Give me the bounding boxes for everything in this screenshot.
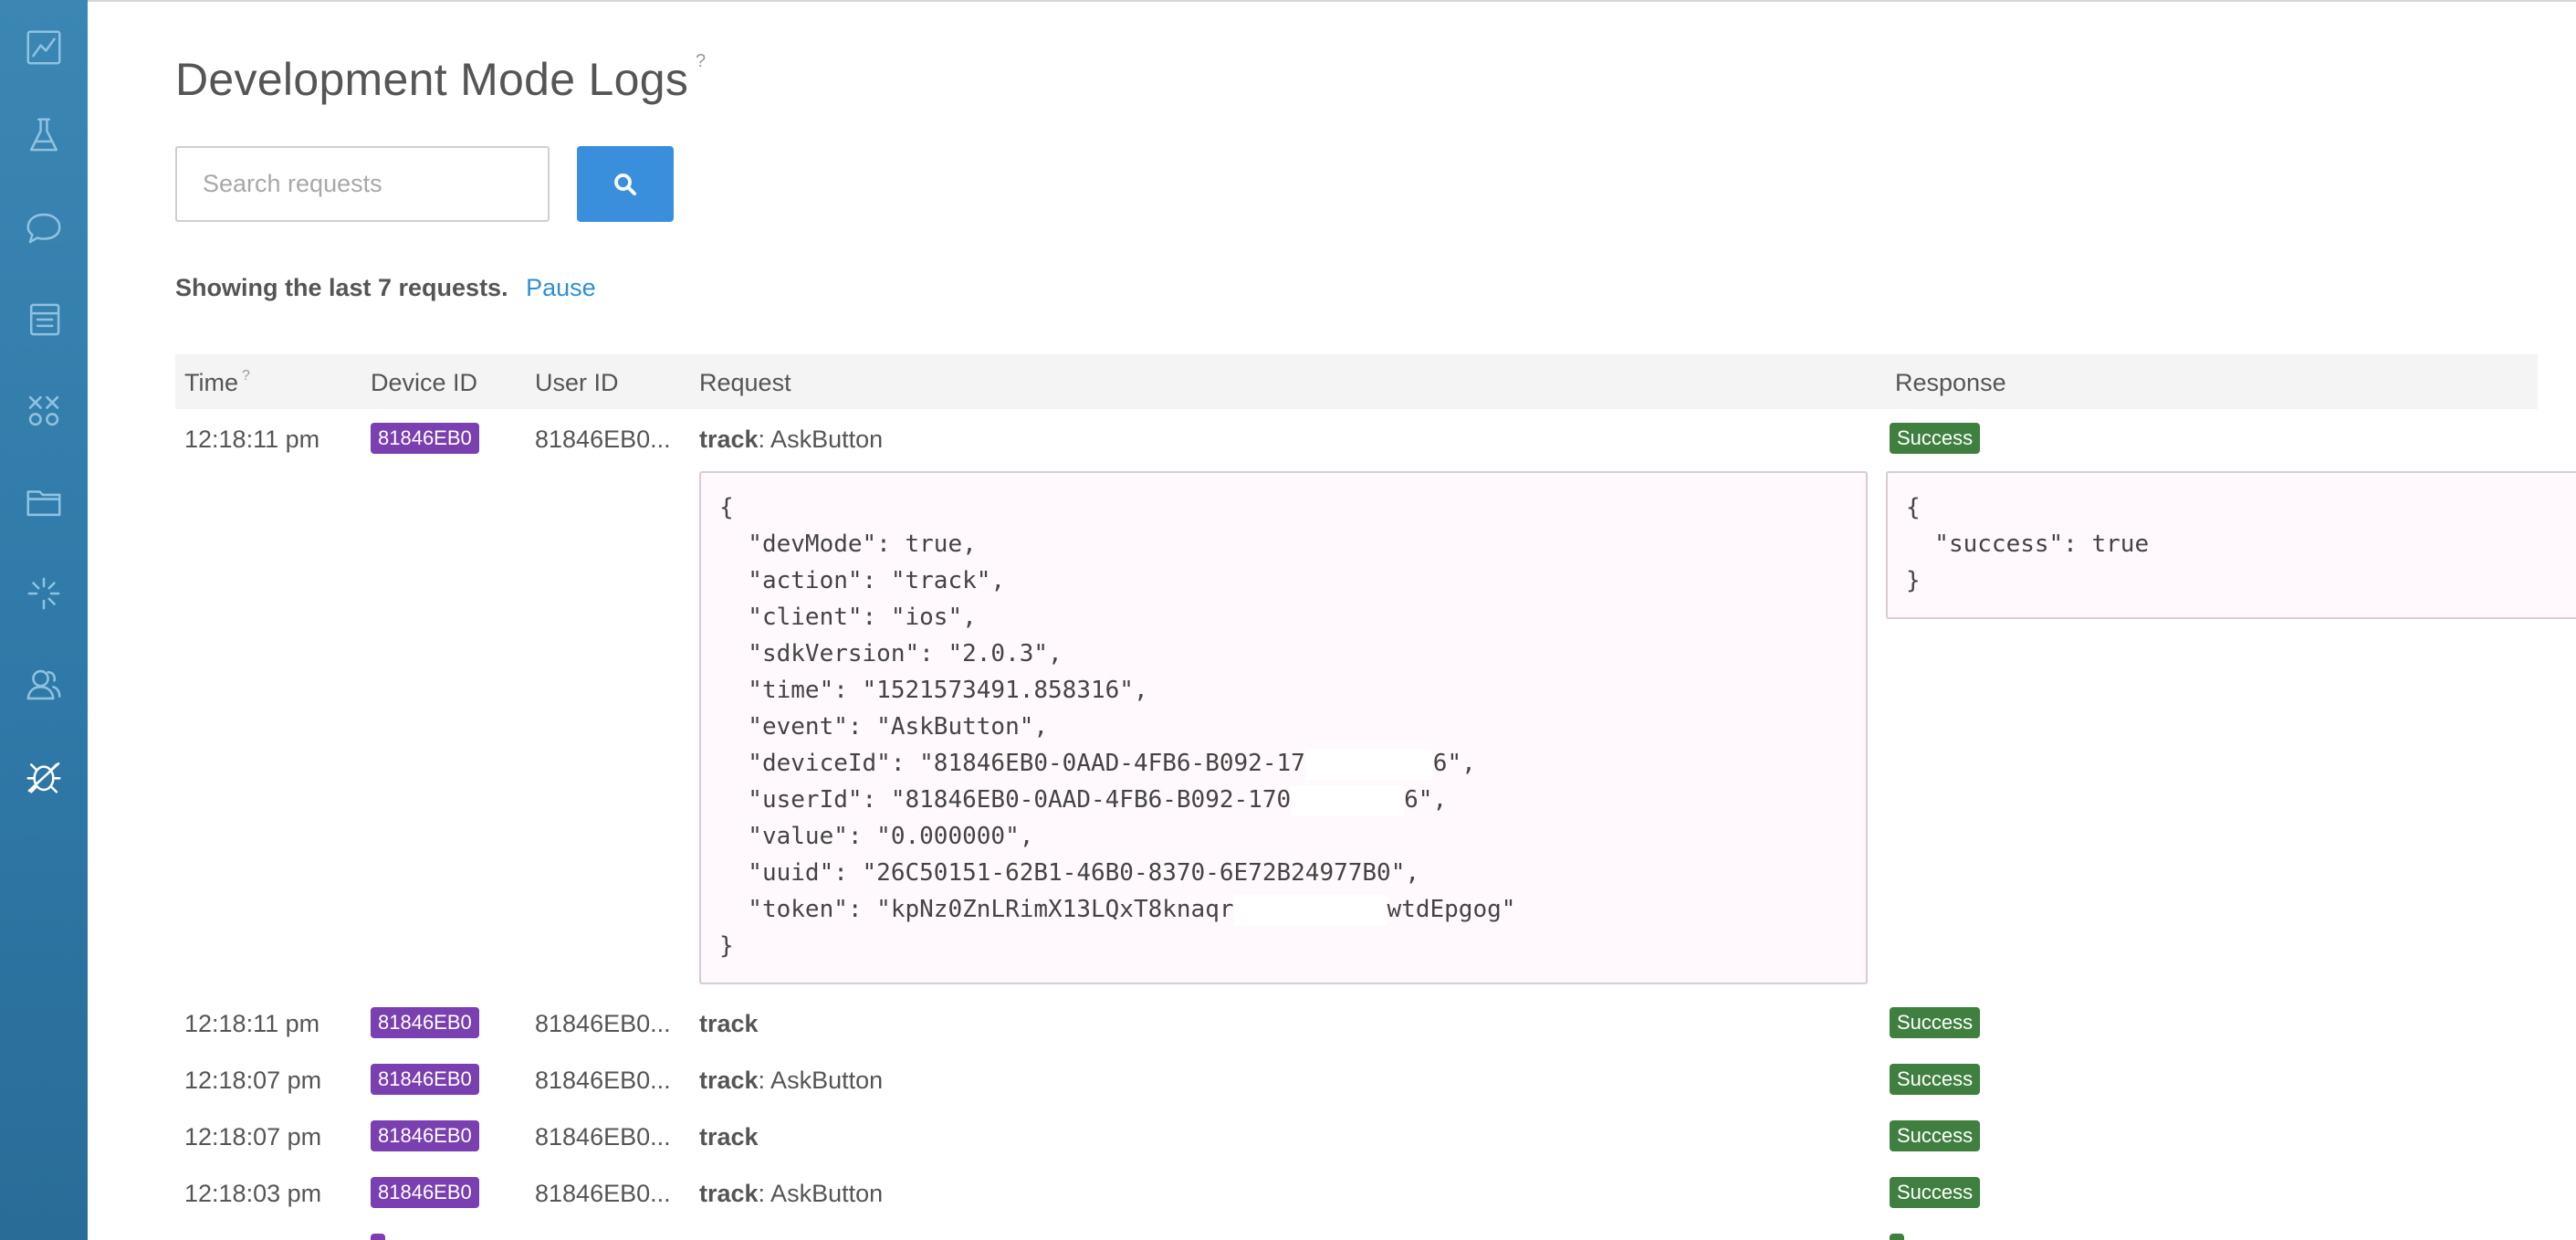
request-json-block: { "devMode": true, "action": "track", "c…	[699, 471, 1868, 984]
row-user-id: 81846EB0...	[535, 1010, 671, 1037]
row-request: track: AskButton	[699, 426, 883, 454]
column-header-device-id: Device ID	[371, 369, 478, 396]
sidebar-item-inbox[interactable]	[0, 283, 88, 356]
debug-bug-icon	[26, 762, 61, 793]
search-input[interactable]	[175, 146, 550, 222]
row-user-id: 81846EB0...	[535, 1123, 671, 1151]
status-badge: Success	[1890, 1064, 1981, 1095]
sidebar-item-debugger[interactable]	[0, 740, 88, 813]
sidebar-item-analytics[interactable]	[0, 11, 88, 84]
request-type: track	[699, 1067, 759, 1094]
table-row[interactable]: 12:18:11 pm 81846EB0 81846EB0... track S…	[175, 995, 2538, 1052]
messages-stack-icon	[29, 303, 60, 336]
redaction-block	[1233, 894, 1387, 926]
row-time: 12:18:11 pm	[184, 1010, 320, 1037]
row-time: 12:18:11 pm	[184, 426, 320, 453]
request-type: track	[699, 426, 759, 453]
flask-icon	[29, 118, 58, 152]
title-help-icon[interactable]: ?	[696, 51, 706, 72]
row-user-id: 81846EB0...	[535, 1180, 671, 1207]
status-badge: Success	[1890, 1007, 1981, 1038]
row-request: track	[699, 1123, 759, 1151]
row-request: track: AskButton	[699, 1067, 883, 1095]
analytics-chart-icon	[26, 30, 61, 65]
row-request: track: AskButton	[699, 1180, 883, 1208]
redaction-block	[1291, 784, 1405, 816]
time-help-icon[interactable]: ?	[242, 368, 250, 384]
loading-spinner-icon	[27, 577, 60, 610]
row-user-id: 81846EB0...	[535, 426, 671, 453]
sidebar-item-users[interactable]	[0, 648, 88, 721]
redaction-block	[1304, 748, 1433, 780]
chat-bubble-icon	[26, 213, 61, 244]
sidebar-item-loading[interactable]	[0, 557, 88, 630]
folder-icon	[26, 490, 61, 517]
device-id-badge[interactable]: 81846EB0	[371, 1064, 479, 1095]
request-event: : AskButton	[758, 1180, 884, 1207]
sidebar-item-ab-tests[interactable]	[0, 99, 88, 172]
column-header-user-id: User ID	[535, 369, 619, 396]
status-badge	[1890, 1234, 1904, 1240]
request-count-text: Showing the last 7 requests.	[175, 274, 508, 301]
column-header-time[interactable]: Time?	[184, 368, 250, 397]
column-header-response: Response	[1895, 369, 2006, 396]
main-content: Development Mode Logs ? Showing the last…	[88, 0, 2576, 1240]
row-time: 12:18:03 pm	[184, 1180, 322, 1207]
device-id-badge[interactable]: 81846EB0	[371, 423, 479, 454]
device-id-badge[interactable]: 81846EB0	[371, 1007, 479, 1038]
table-row-partial[interactable]	[175, 1222, 2538, 1240]
column-header-request: Request	[699, 369, 791, 396]
table-row[interactable]: 12:18:07 pm 81846EB0 81846EB0... track: …	[175, 1052, 2538, 1109]
row-time: 12:18:07 pm	[184, 1123, 322, 1151]
search-button[interactable]	[577, 146, 674, 222]
row-time: 12:18:07 pm	[184, 1067, 322, 1094]
sidebar-item-messages[interactable]	[0, 192, 88, 265]
device-id-badge[interactable]	[371, 1234, 385, 1240]
sidebar	[0, 0, 88, 1240]
device-id-badge[interactable]: 81846EB0	[371, 1177, 479, 1208]
search-icon	[614, 173, 636, 195]
table-row[interactable]: 12:18:03 pm 81846EB0 81846EB0... track: …	[175, 1165, 2538, 1222]
users-icon	[26, 669, 61, 700]
sidebar-item-variables[interactable]	[0, 374, 88, 447]
table-header: Time? Device ID User ID Request Response	[175, 354, 2538, 409]
row-request: track	[699, 1010, 759, 1038]
request-type: track	[699, 1123, 759, 1151]
status-badge: Success	[1890, 1120, 1981, 1151]
request-type: track	[699, 1180, 759, 1207]
table-row[interactable]: 12:18:07 pm 81846EB0 81846EB0... track S…	[175, 1109, 2538, 1165]
request-type: track	[699, 1010, 759, 1037]
row-user-id: 81846EB0...	[535, 1067, 671, 1094]
table-row[interactable]: 12:18:11 pm 81846EB0 81846EB0... track: …	[175, 411, 2538, 468]
status-line: Showing the last 7 requests. Pause	[175, 274, 596, 302]
response-json-block: { "success": true }	[1886, 471, 2576, 619]
page-title: Development Mode Logs	[175, 54, 689, 105]
device-id-badge[interactable]: 81846EB0	[371, 1120, 479, 1151]
pause-link[interactable]: Pause	[526, 274, 596, 301]
request-event: : AskButton	[758, 1067, 884, 1094]
sidebar-item-projects[interactable]	[0, 466, 88, 539]
status-badge: Success	[1890, 1177, 1981, 1208]
status-badge: Success	[1890, 423, 1981, 454]
variables-icon	[28, 395, 59, 426]
request-event: : AskButton	[758, 426, 884, 453]
